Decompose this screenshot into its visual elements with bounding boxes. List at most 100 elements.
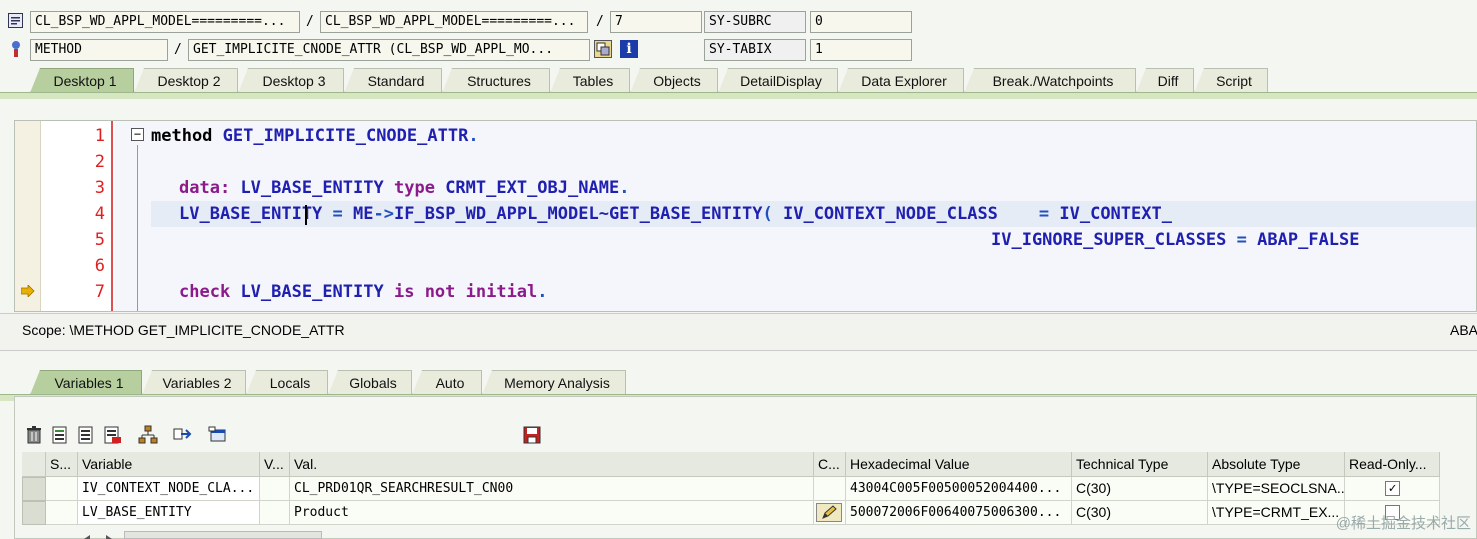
table-cell-technical-type: C(30) (1072, 477, 1208, 501)
table-cell-v (260, 477, 290, 501)
tab-objects[interactable]: Objects (630, 68, 718, 93)
tab-variables-1[interactable]: Variables 1 (30, 370, 142, 395)
source-code-editor[interactable]: 1 2 3 4 5 6 7 − method GET_IMPLICITE_CNO… (14, 120, 1477, 312)
main-program-field[interactable]: CL_BSP_WD_APPL_MODEL=========... (30, 11, 300, 33)
table-cell-status (46, 501, 78, 525)
remove-row-icon[interactable] (102, 425, 122, 445)
tab-standard[interactable]: Standard (344, 68, 442, 93)
desktop-tabstrip: Desktop 1 Desktop 2 Desktop 3 Standard S… (0, 68, 1477, 93)
tab-breakpoints[interactable]: Break./Watchpoints (964, 68, 1136, 93)
table-cell-change (814, 477, 846, 501)
column-header-value[interactable]: Val. (290, 452, 814, 477)
event-type-field[interactable]: METHOD (30, 39, 168, 61)
tab-script[interactable]: Script (1194, 68, 1268, 93)
tab-detail-display[interactable]: DetailDisplay (718, 68, 838, 93)
tab-locals[interactable]: Locals (246, 370, 328, 395)
scope-bar: Scope: \METHOD GET_IMPLICITE_CNODE_ATTR … (0, 313, 1477, 351)
sy-tabix-label: SY-TABIX (704, 39, 806, 61)
column-header-v[interactable]: V... (260, 452, 290, 477)
table-cell-variable[interactable]: IV_CONTEXT_NODE_CLA... (78, 477, 260, 501)
table-cell-value[interactable]: Product (290, 501, 814, 525)
code-line-1: method GET_IMPLICITE_CNODE_ATTR. (151, 126, 479, 146)
scope-text: Scope: \METHOD GET_IMPLICITE_CNODE_ATTR (22, 322, 345, 338)
scroll-left-icon[interactable] (82, 530, 92, 539)
display-object-icon[interactable] (594, 40, 612, 58)
code-line-3: data: LV_BASE_ENTITY type CRMT_EXT_OBJ_N… (179, 178, 630, 198)
code-line-5: IV_IGNORE_SUPER_CLASSES = ABAP_FALSE (991, 230, 1360, 250)
scope-right-text: ABA (1450, 322, 1477, 338)
column-header-selector (22, 452, 46, 477)
scroll-right-icon[interactable] (104, 530, 114, 539)
line-number: 6 (94, 256, 105, 276)
method-icon (9, 40, 23, 58)
variables-tabstrip: Variables 1 Variables 2 Locals Globals A… (0, 370, 1477, 395)
line-number: 4 (94, 204, 105, 224)
program-icon (8, 13, 23, 28)
block-guide (137, 145, 138, 311)
code-area[interactable]: − method GET_IMPLICITE_CNODE_ATTR. data:… (115, 121, 1476, 311)
collapse-icon[interactable]: − (131, 128, 144, 141)
column-header-technical-type[interactable]: Technical Type (1072, 452, 1208, 477)
hierarchy-icon[interactable] (138, 425, 158, 445)
line-number: 5 (94, 230, 105, 250)
tab-tables[interactable]: Tables (550, 68, 630, 93)
tab-memory-analysis[interactable]: Memory Analysis (482, 370, 626, 395)
table-cell-hex: 500072006F00640075006300... (846, 501, 1072, 525)
delete-icon[interactable] (24, 425, 44, 445)
row-selector[interactable] (22, 501, 46, 525)
table-cell-status (46, 477, 78, 501)
column-header-absolute-type[interactable]: Absolute Type (1208, 452, 1345, 477)
table-view-icon[interactable] (76, 425, 96, 445)
save-icon[interactable] (522, 425, 542, 445)
tab-underline (0, 92, 1477, 99)
tab-globals[interactable]: Globals (328, 370, 412, 395)
table-cell-variable[interactable]: LV_BASE_ENTITY (78, 501, 260, 525)
table-cell-absolute-type[interactable]: \TYPE=SEOCLSNA... (1208, 477, 1345, 501)
current-line-arrow-icon (20, 284, 35, 300)
edit-pencil-icon[interactable] (816, 503, 842, 522)
column-header-hex[interactable]: Hexadecimal Value (846, 452, 1072, 477)
sy-subrc-label: SY-SUBRC (704, 11, 806, 33)
tab-variables-2[interactable]: Variables 2 (142, 370, 246, 395)
watermark-text: @稀土掘金技术社区 (1335, 515, 1471, 532)
tab-diff[interactable]: Diff (1136, 68, 1194, 93)
insert-row-icon[interactable] (50, 425, 70, 445)
tab-structures[interactable]: Structures (442, 68, 550, 93)
table-cell-absolute-type[interactable]: \TYPE=CRMT_EX... (1208, 501, 1345, 525)
include-field[interactable]: CL_BSP_WD_APPL_MODEL=========... (320, 11, 588, 33)
line-number: 3 (94, 178, 105, 198)
method-name-field[interactable]: GET_IMPLICITE_CNODE_ATTR (CL_BSP_WD_APPL… (188, 39, 590, 61)
table-cell-hex: 43004C005F00500052004400... (846, 477, 1072, 501)
table-cell-change (814, 501, 846, 525)
row-selector[interactable] (22, 477, 46, 501)
line-number-field[interactable]: 7 (610, 11, 702, 33)
line-number-column: 1 2 3 4 5 6 7 (41, 121, 113, 311)
column-header-status[interactable]: S... (46, 452, 78, 477)
tab-data-explorer[interactable]: Data Explorer (838, 68, 964, 93)
select-layout-icon[interactable] (208, 425, 228, 445)
tab-desktop-1[interactable]: Desktop 1 (30, 68, 134, 93)
table-cell-technical-type: C(30) (1072, 501, 1208, 525)
tab-auto[interactable]: Auto (412, 370, 482, 395)
tab-desktop-2[interactable]: Desktop 2 (134, 68, 238, 93)
horizontal-scrollbar[interactable] (124, 531, 322, 539)
table-cell-v (260, 501, 290, 525)
column-header-change[interactable]: C... (814, 452, 846, 477)
tab-desktop-3[interactable]: Desktop 3 (238, 68, 344, 93)
table-cell-value[interactable]: CL_PRD01QR_SEARCHRESULT_CN00 (290, 477, 814, 501)
table-cell-read-only: ✓ (1345, 477, 1440, 501)
line-number: 7 (94, 282, 105, 302)
sy-tabix-value[interactable]: 1 (810, 39, 912, 61)
info-icon[interactable]: i (620, 40, 638, 58)
line-number: 2 (94, 152, 105, 172)
sy-subrc-value[interactable]: 0 (810, 11, 912, 33)
column-header-read-only[interactable]: Read-Only... (1345, 452, 1440, 477)
code-line-4: LV_BASE_ENTITY = ME->IF_BSP_WD_APPL_MODE… (179, 204, 1172, 224)
breakpoint-gutter[interactable] (15, 121, 41, 311)
column-header-variable[interactable]: Variable (78, 452, 260, 477)
line-number: 1 (94, 126, 105, 146)
read-only-checkbox[interactable]: ✓ (1385, 481, 1400, 496)
navigate-icon[interactable] (172, 425, 192, 445)
code-line-7: check LV_BASE_ENTITY is not initial. (179, 282, 548, 302)
text-cursor (305, 205, 307, 225)
